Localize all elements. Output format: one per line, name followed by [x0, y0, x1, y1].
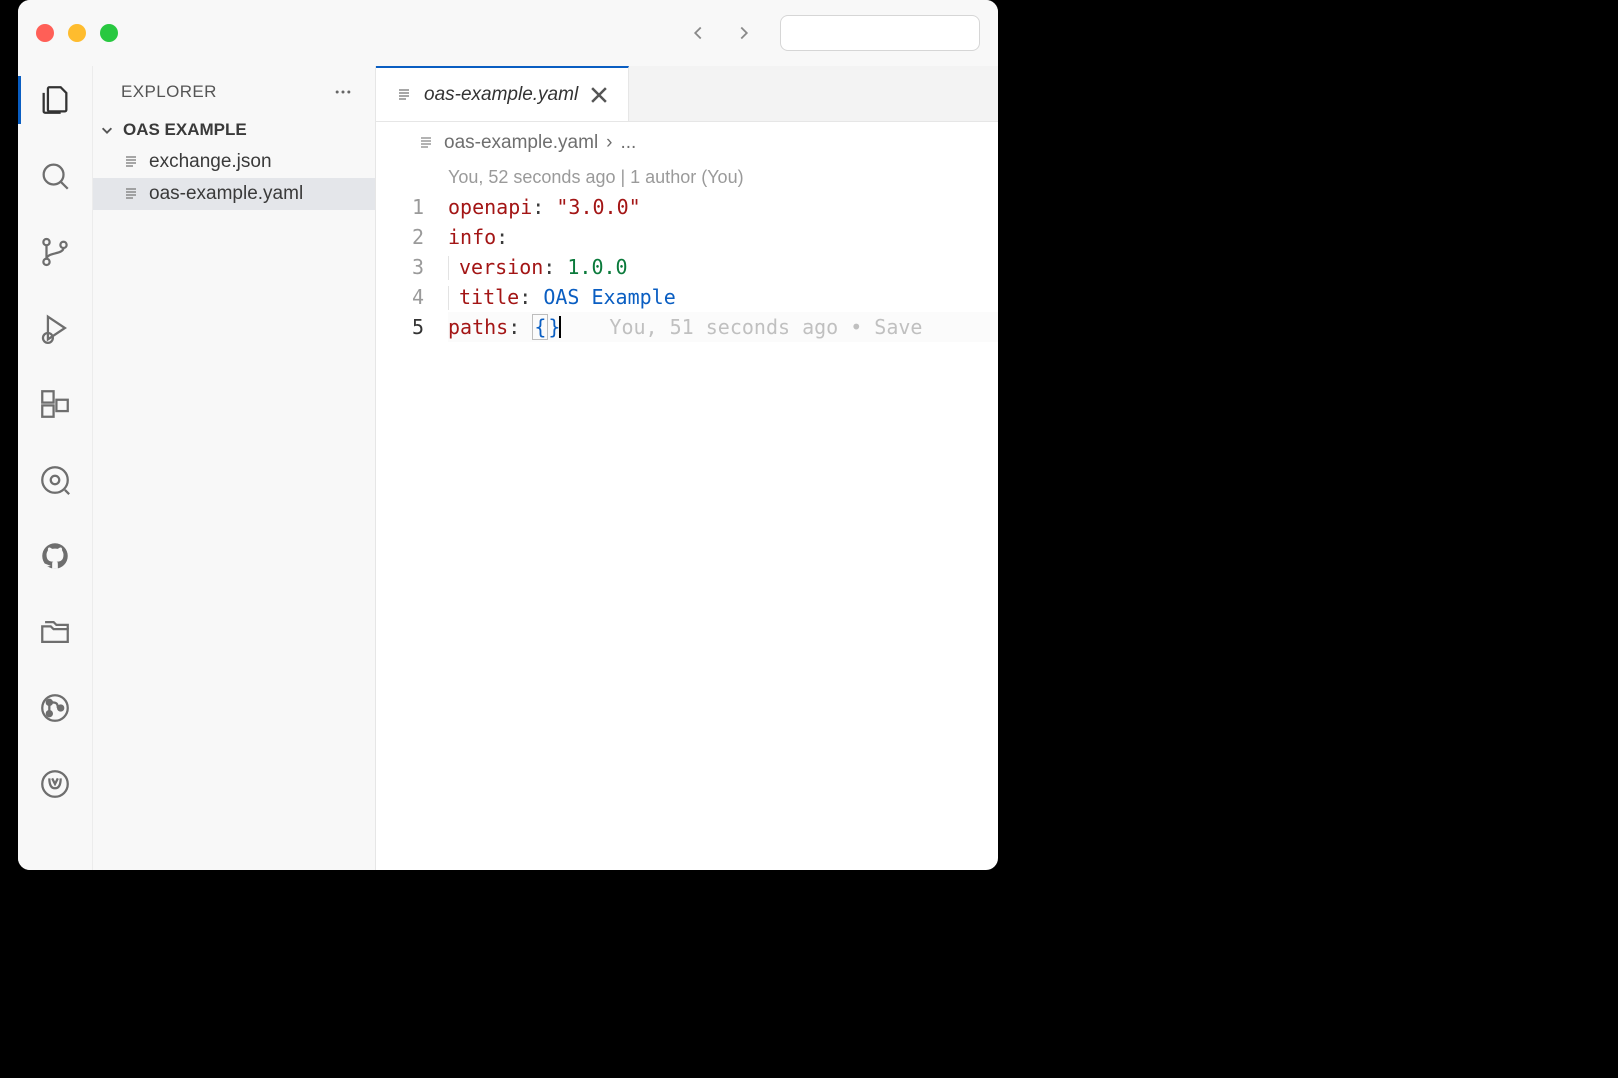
chevron-down-icon — [97, 120, 117, 140]
editor-area: oas-example.yaml oas-example.yaml › ... … — [376, 66, 998, 870]
activity-run-debug[interactable] — [25, 304, 85, 352]
tab-label: oas-example.yaml — [424, 84, 578, 106]
line-number: 2 — [376, 222, 424, 252]
explorer-sidebar: EXPLORER OAS EXAMPLE exchange.json — [93, 66, 376, 870]
line-number-gutter: 1 2 3 4 5 — [376, 162, 448, 870]
breadcrumb-separator: › — [606, 132, 612, 154]
activity-extensions[interactable] — [25, 380, 85, 428]
command-search-input[interactable] — [780, 15, 980, 51]
folder-name: OAS EXAMPLE — [123, 120, 247, 140]
git-graph-icon — [38, 691, 72, 725]
close-icon — [588, 84, 610, 106]
file-tree-item[interactable]: oas-example.yaml — [93, 178, 375, 210]
file-tree-item[interactable]: exchange.json — [93, 146, 375, 178]
extensions-icon — [38, 387, 72, 421]
nav-forward-button[interactable] — [726, 15, 762, 51]
gitlens-icon — [38, 463, 72, 497]
line-number: 5 — [376, 312, 424, 342]
file-name: oas-example.yaml — [149, 183, 303, 205]
files-icon — [38, 83, 72, 117]
code-line: info: — [448, 222, 998, 252]
codelens-blame[interactable]: You, 52 seconds ago | 1 author (You) — [448, 162, 998, 192]
cursor — [559, 316, 561, 338]
folders-icon — [38, 615, 72, 649]
code-line: openapi: "3.0.0" — [448, 192, 998, 222]
tab-close-button[interactable] — [588, 84, 610, 106]
inline-blame: You, 51 seconds ago • Save — [609, 315, 922, 339]
arrow-left-icon — [687, 22, 709, 44]
mulesoft-icon — [38, 767, 72, 801]
code-line-current: paths: {}You, 51 seconds ago • Save — [448, 312, 998, 342]
activity-gitgraph[interactable] — [25, 684, 85, 732]
folder-header[interactable]: OAS EXAMPLE — [93, 114, 375, 146]
debug-icon — [38, 311, 72, 345]
sidebar-more-button[interactable] — [329, 80, 357, 104]
activity-mulesoft[interactable] — [25, 760, 85, 808]
titlebar — [18, 0, 998, 66]
code-line: title: OAS Example — [448, 282, 998, 312]
activity-bar — [18, 66, 93, 870]
arrow-right-icon — [733, 22, 755, 44]
breadcrumb-dots: ... — [621, 132, 637, 154]
line-number: 4 — [376, 282, 424, 312]
file-icon — [394, 85, 414, 105]
close-window-button[interactable] — [36, 24, 54, 42]
tab-bar: oas-example.yaml — [376, 66, 998, 122]
editor-tab-active[interactable]: oas-example.yaml — [376, 66, 629, 121]
code-editor[interactable]: 1 2 3 4 5 You, 52 seconds ago | 1 author… — [376, 162, 998, 870]
nav-back-button[interactable] — [680, 15, 716, 51]
activity-explorer[interactable] — [25, 76, 85, 124]
maximize-window-button[interactable] — [100, 24, 118, 42]
code-content: You, 52 seconds ago | 1 author (You) ope… — [448, 162, 998, 870]
activity-source-control[interactable] — [25, 228, 85, 276]
search-icon — [38, 159, 72, 193]
breadcrumb-file: oas-example.yaml — [444, 132, 598, 154]
file-tree: exchange.json oas-example.yaml — [93, 146, 375, 210]
activity-gitlens[interactable] — [25, 456, 85, 504]
line-number: 1 — [376, 192, 424, 222]
activity-search[interactable] — [25, 152, 85, 200]
file-icon — [121, 152, 141, 172]
file-icon — [121, 184, 141, 204]
activity-folders[interactable] — [25, 608, 85, 656]
line-number: 3 — [376, 252, 424, 282]
file-icon — [416, 133, 436, 153]
ellipsis-icon — [333, 82, 353, 102]
app-window: EXPLORER OAS EXAMPLE exchange.json — [18, 0, 998, 870]
file-name: exchange.json — [149, 151, 272, 173]
branch-icon — [38, 235, 72, 269]
window-controls — [36, 24, 118, 42]
code-line: version: 1.0.0 — [448, 252, 998, 282]
sidebar-title: EXPLORER — [121, 82, 217, 102]
activity-github[interactable] — [25, 532, 85, 580]
minimize-window-button[interactable] — [68, 24, 86, 42]
github-icon — [38, 539, 72, 573]
breadcrumb[interactable]: oas-example.yaml › ... — [376, 122, 998, 162]
